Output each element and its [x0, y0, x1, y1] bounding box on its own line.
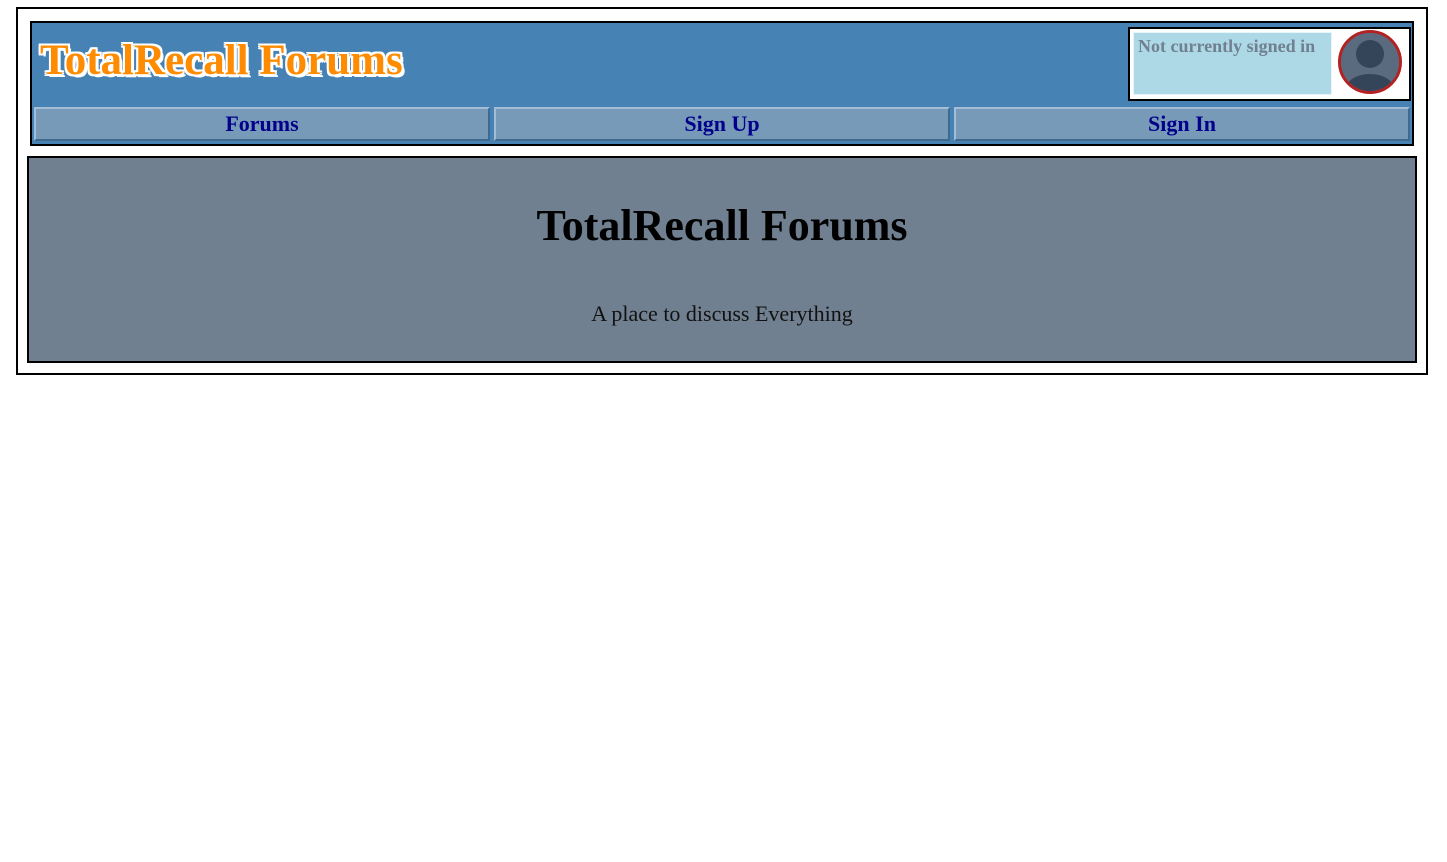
nav-sign-up[interactable]: Sign Up [494, 107, 950, 141]
default-user-avatar-icon[interactable] [1338, 30, 1402, 94]
nav-sign-in[interactable]: Sign In [954, 107, 1410, 141]
user-status-text: Not currently signed in [1133, 32, 1332, 95]
nav-forums[interactable]: Forums [34, 107, 490, 141]
welcome-banner: TotalRecall Forums A place to discuss Ev… [27, 156, 1417, 363]
banner-tagline: A place to discuss Everything [591, 301, 853, 326]
main-nav: Forums Sign Up Sign In [34, 107, 1410, 141]
user-silhouette-icon [1341, 33, 1399, 91]
site-header: TotalRecall Forums Not currently signed … [30, 21, 1414, 146]
page-frame: TotalRecall Forums Not currently signed … [16, 7, 1428, 375]
banner-title: TotalRecall Forums [536, 201, 908, 250]
site-logo[interactable]: TotalRecall Forums [40, 39, 403, 82]
user-panel: Not currently signed in [1128, 27, 1411, 101]
